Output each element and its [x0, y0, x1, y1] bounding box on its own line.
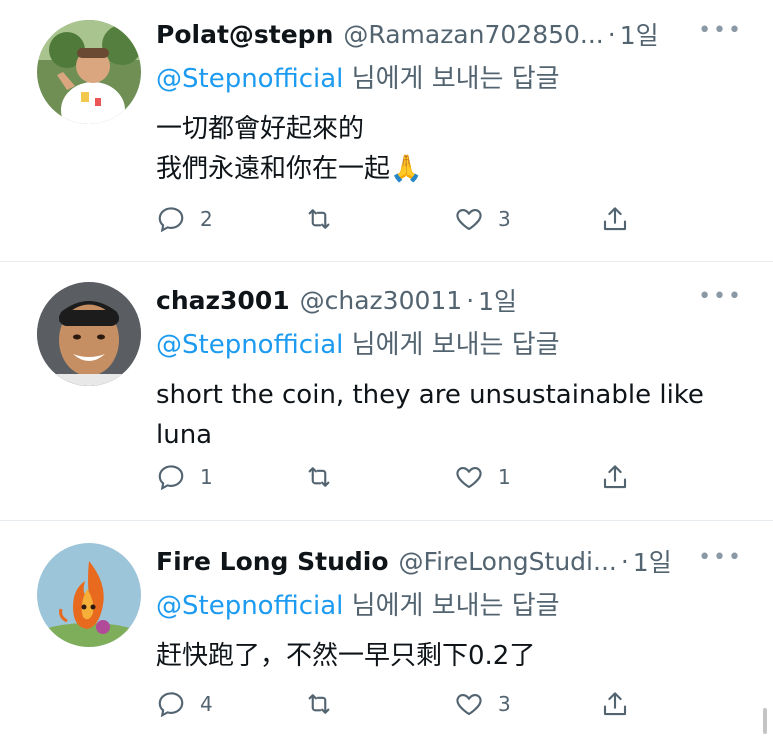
- like-button[interactable]: 1: [454, 462, 511, 492]
- reply-icon: [158, 207, 184, 233]
- tweet-text-line: 赶快跑了，不然一早只剩下0.2了: [156, 641, 536, 671]
- share-icon: [603, 207, 627, 231]
- tweet-1[interactable]: Polat@stepn @Ramazan702850... · 1일 ••• @…: [0, 0, 773, 262]
- like-button[interactable]: 3: [454, 689, 511, 719]
- reply-mention-link[interactable]: @Stepnofficial: [156, 64, 343, 94]
- reply-suffix: 님에게 보내는 답글: [343, 330, 560, 360]
- heart-icon: [456, 208, 482, 231]
- avatar[interactable]: [37, 20, 141, 124]
- share-button[interactable]: [600, 462, 630, 492]
- tweet-text-line: 我們永遠和你在一起🙏: [156, 154, 423, 184]
- reply-mention-link[interactable]: @Stepnofficial: [156, 330, 343, 360]
- heart-icon: [456, 693, 482, 716]
- tweet-text-line: luna: [156, 420, 213, 450]
- share-button[interactable]: [600, 689, 630, 719]
- retweet-icon: [308, 694, 330, 714]
- separator-dot: ·: [620, 546, 629, 576]
- timestamp[interactable]: 1일: [633, 543, 672, 579]
- replying-to: @Stepnofficial 님에게 보내는 답글: [156, 324, 743, 361]
- like-count: 3: [498, 692, 511, 716]
- like-count: 1: [498, 465, 511, 489]
- display-name[interactable]: Polat@stepn: [156, 20, 333, 49]
- separator-dot: ·: [607, 19, 616, 49]
- share-button[interactable]: [600, 204, 630, 234]
- retweet-icon: [308, 209, 330, 229]
- display-name[interactable]: chaz3001: [156, 286, 290, 315]
- user-handle[interactable]: @chaz30011: [300, 286, 463, 315]
- reply-suffix: 님에게 보내는 답글: [343, 64, 560, 94]
- tweet-text: short the coin, they are unsustainable l…: [156, 375, 743, 455]
- heart-icon: [456, 466, 482, 489]
- reply-icon: [158, 465, 184, 491]
- timestamp[interactable]: 1일: [620, 16, 659, 52]
- more-options-icon[interactable]: •••: [698, 18, 743, 43]
- tweet-text: 一切都會好起來的 我們永遠和你在一起🙏: [156, 109, 743, 189]
- reply-button[interactable]: 4: [156, 689, 213, 719]
- reply-count: 1: [200, 465, 213, 489]
- tweet-text-line: short the coin, they are unsustainable l…: [156, 380, 704, 410]
- reply-count: 2: [200, 207, 213, 231]
- tweet-text-line: 一切都會好起來的: [156, 114, 365, 144]
- separator-dot: ·: [466, 285, 475, 315]
- share-icon: [603, 692, 627, 716]
- reply-icon: [158, 692, 184, 718]
- like-button[interactable]: 3: [454, 204, 511, 234]
- avatar[interactable]: [37, 282, 141, 386]
- user-handle[interactable]: @FireLongStudi...: [399, 547, 617, 576]
- scrollbar[interactable]: [763, 708, 767, 734]
- timestamp[interactable]: 1일: [478, 282, 517, 318]
- reply-count: 4: [200, 692, 213, 716]
- retweet-button[interactable]: [304, 462, 334, 492]
- retweet-icon: [308, 467, 330, 487]
- tweet-text: 赶快跑了，不然一早只剩下0.2了: [156, 636, 743, 676]
- replying-to: @Stepnofficial 님에게 보내는 답글: [156, 585, 743, 622]
- replying-to: @Stepnofficial 님에게 보내는 답글: [156, 58, 743, 95]
- avatar[interactable]: [37, 543, 141, 647]
- display-name[interactable]: Fire Long Studio: [156, 547, 389, 576]
- more-options-icon[interactable]: •••: [698, 545, 743, 570]
- reply-suffix: 님에게 보내는 답글: [343, 591, 560, 621]
- retweet-button[interactable]: [304, 689, 334, 719]
- like-count: 3: [498, 207, 511, 231]
- share-icon: [603, 465, 627, 489]
- reply-mention-link[interactable]: @Stepnofficial: [156, 591, 343, 621]
- more-options-icon[interactable]: •••: [698, 284, 743, 309]
- retweet-button[interactable]: [304, 204, 334, 234]
- tweet-2[interactable]: chaz3001 @chaz30011 · 1일 ••• @Stepnoffic…: [0, 262, 773, 521]
- user-handle[interactable]: @Ramazan702850...: [343, 20, 603, 49]
- reply-button[interactable]: 2: [156, 204, 213, 234]
- reply-button[interactable]: 1: [156, 462, 213, 492]
- tweet-3[interactable]: Fire Long Studio @FireLongStudi... · 1일 …: [0, 521, 773, 736]
